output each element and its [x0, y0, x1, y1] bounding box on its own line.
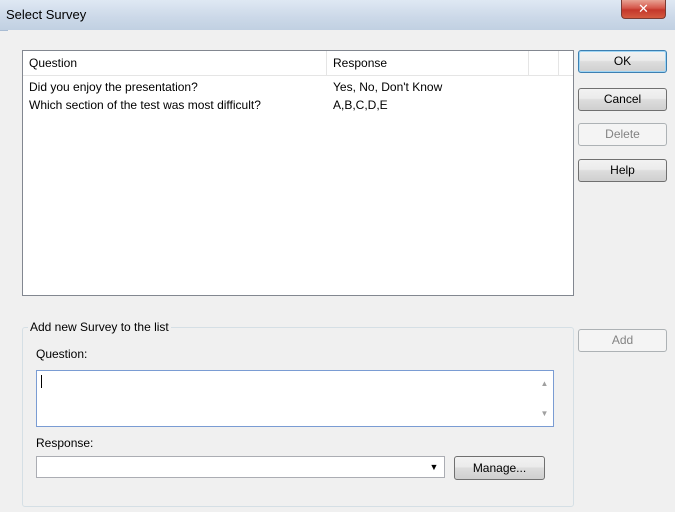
survey-list[interactable]: Question Response Did you enjoy the pres…	[22, 50, 574, 296]
chevron-down-icon[interactable]: ▼	[426, 457, 442, 477]
cancel-button[interactable]: Cancel	[578, 88, 667, 111]
column-header-question[interactable]: Question	[23, 51, 327, 75]
scroll-down-arrow-icon[interactable]: ▼	[536, 405, 553, 422]
cell-question: Did you enjoy the presentation?	[29, 80, 198, 94]
response-combobox[interactable]: ▼	[36, 456, 445, 478]
question-label: Question:	[36, 347, 88, 361]
scroll-up-arrow-icon[interactable]: ▲	[536, 375, 553, 392]
close-icon: ✕	[638, 1, 649, 16]
column-header-filler	[529, 51, 559, 75]
add-button[interactable]: Add	[578, 329, 667, 352]
title-bar: Select Survey ✕	[0, 0, 675, 31]
group-label: Add new Survey to the list	[28, 320, 171, 334]
column-response-label: Response	[333, 56, 388, 70]
ok-button[interactable]: OK	[578, 50, 667, 73]
cell-response: A,B,C,D,E	[333, 98, 388, 112]
window-title: Select Survey	[6, 7, 87, 22]
question-scrollbar[interactable]: ▲ ▼	[536, 371, 553, 426]
response-label: Response:	[36, 436, 94, 450]
column-header-response[interactable]: Response	[327, 51, 529, 75]
cell-question: Which section of the test was most diffi…	[29, 98, 261, 112]
cell-response: Yes, No, Don't Know	[333, 80, 443, 94]
close-button[interactable]: ✕	[621, 0, 666, 19]
manage-button[interactable]: Manage...	[454, 456, 545, 480]
delete-button[interactable]: Delete	[578, 123, 667, 146]
text-caret	[41, 375, 42, 388]
dialog-body: Question Response Did you enjoy the pres…	[8, 30, 675, 512]
list-header: Question Response	[23, 51, 573, 76]
table-row[interactable]: Which section of the test was most diffi…	[23, 96, 573, 114]
column-question-label: Question	[29, 56, 78, 70]
help-button[interactable]: Help	[578, 159, 667, 182]
table-row[interactable]: Did you enjoy the presentation? Yes, No,…	[23, 78, 573, 96]
question-input[interactable]: ▲ ▼	[36, 370, 554, 427]
